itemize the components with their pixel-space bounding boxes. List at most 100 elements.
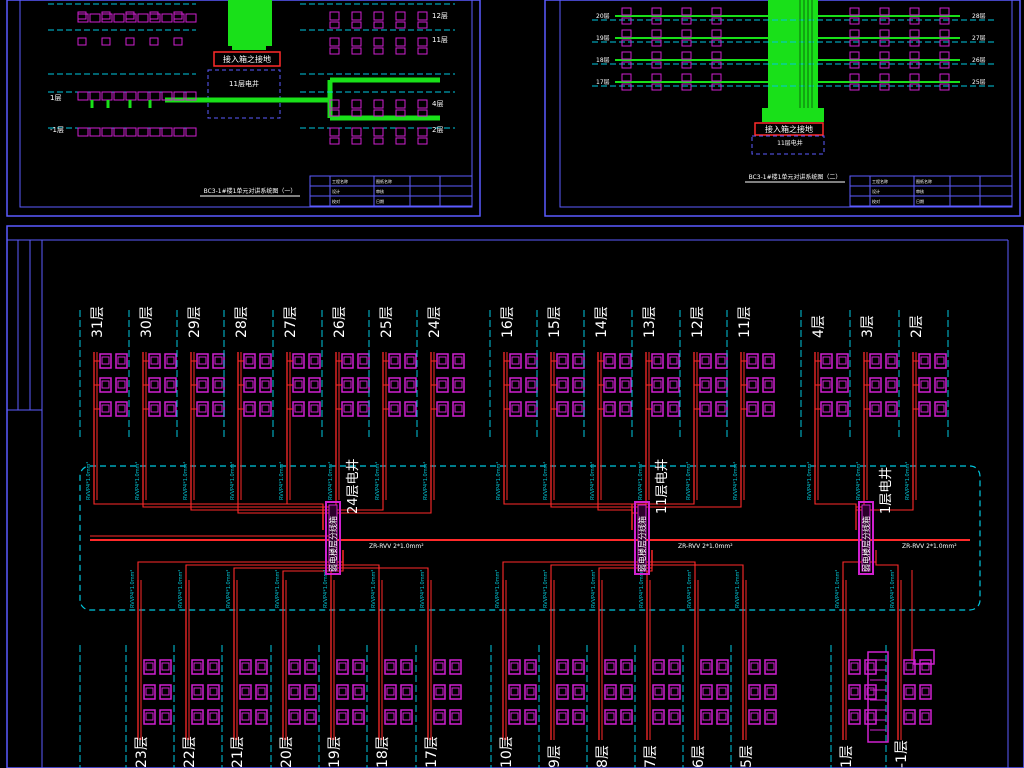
lower-floor-label: -1层 (894, 740, 910, 768)
tr-label-right: 25层 (972, 79, 986, 86)
tr-label-right: 26层 (972, 57, 986, 64)
tl-label-m1: -1层 (50, 126, 64, 134)
titleblock-cell: 审核 (376, 188, 384, 194)
upper-floor-label: 13层 (642, 306, 658, 338)
lower-floor-label: 17层 (424, 736, 440, 768)
upper-cable-tag: RVVP4*1.0mm² (496, 462, 502, 500)
titleblock-cell: 图纸名称 (376, 178, 392, 184)
lower-floor-label: 10层 (499, 736, 515, 768)
titleblock-cell: 工程名称 (872, 178, 888, 184)
tr-label-left: 19层 (596, 35, 610, 42)
lower-cable-tag: RVVP4*1.0mm² (420, 570, 426, 608)
upper-floor-label: 15层 (547, 306, 563, 338)
lower-cable-tag: RVVP4*1.0mm² (591, 570, 597, 608)
lower-floor-label: 6层 (691, 745, 707, 768)
upper-floor-label: 27层 (283, 306, 299, 338)
upper-cable-tag: RVVP4*1.0mm² (279, 462, 285, 500)
lower-cable-tag: RVVP4*1.0mm² (890, 570, 896, 608)
top-right-access-box-label: 接入箱之接地 (765, 124, 813, 134)
lower-cable-tag: RVVP4*1.0mm² (495, 570, 501, 608)
upper-cable-tag: RVVP4*1.0mm² (86, 462, 92, 500)
upper-floor-label: 29层 (187, 306, 203, 338)
upper-cable-tag: RVVP4*1.0mm² (638, 462, 644, 500)
lower-floor-label: 21层 (230, 736, 246, 768)
top-left-green-riser (228, 0, 272, 50)
upper-cable-tag: RVVP4*1.0mm² (543, 462, 549, 500)
upper-floor-label: 31层 (90, 306, 106, 338)
lower-cable-tag: RVVP4*1.0mm² (639, 570, 645, 608)
upper-cable-tag: RVVP4*1.0mm² (807, 462, 813, 500)
lower-cable-tag: RVVP4*1.0mm² (371, 570, 377, 608)
riser-cable-label: ZR-RVV 2*1.0mm² (369, 543, 424, 550)
tl-label-12: 12层 (432, 12, 448, 20)
lower-floor-label: 7层 (643, 745, 659, 768)
top-left-title: BC3-1#楼1单元对讲系统图（一） (204, 187, 297, 195)
upper-floor-label: 2层 (909, 315, 925, 338)
lower-cable-tag: RVVP4*1.0mm² (130, 570, 136, 608)
titleblock-cell: 校对 (872, 198, 880, 204)
titleblock-cell: 工程名称 (332, 178, 348, 184)
lower-floor-label: 20层 (279, 736, 295, 768)
upper-floor-label: 14层 (594, 306, 610, 338)
upper-floor-label: 26层 (332, 306, 348, 338)
riser-box-label: 弱电楼层分线箱 (328, 516, 338, 572)
lower-cable-tag: RVVP4*1.0mm² (735, 570, 741, 608)
upper-cable-tag: RVVP4*1.0mm² (905, 462, 911, 500)
upper-floor-label: 11层 (737, 306, 753, 338)
tr-label-right: 28层 (972, 13, 986, 20)
titleblock-cell: 图纸名称 (916, 178, 932, 184)
riser-box-label: 弱电楼层分线箱 (637, 516, 647, 572)
titleblock-cell: 日期 (916, 198, 924, 204)
tl-label-4: 4层 (432, 100, 443, 108)
lower-floor-label: 5层 (739, 745, 755, 768)
upper-cable-tag: RVVP4*1.0mm² (135, 462, 141, 500)
top-left-switch-label: 11层电井 (229, 79, 259, 88)
lower-floor-label: 18层 (375, 736, 391, 768)
upper-cable-tag: RVVP4*1.0mm² (328, 462, 334, 500)
titleblock-cell: 日期 (376, 198, 384, 204)
top-right-switch-label: 11层电井 (777, 139, 803, 147)
titleblock-cell: 校对 (332, 198, 340, 204)
tl-label-2: 2层 (432, 126, 443, 134)
upper-floor-label: 24层 (427, 306, 443, 338)
riser-cable-label: ZR-RVV 2*1.0mm² (678, 543, 733, 550)
tl-label-1: 1层 (50, 94, 61, 102)
riser-box-label: 弱电楼层分线箱 (861, 516, 871, 572)
upper-floor-label: 4层 (811, 315, 827, 338)
upper-cable-tag: RVVP4*1.0mm² (733, 462, 739, 500)
top-left-access-box-label: 接入箱之接地 (223, 54, 271, 64)
lower-cable-tag: RVVP4*1.0mm² (835, 570, 841, 608)
lower-floor-label: 19层 (327, 736, 343, 768)
lower-floor-label: 8层 (595, 745, 611, 768)
riser-shaft-label: 11层电井 (655, 458, 670, 514)
tr-label-right: 27层 (972, 35, 986, 42)
upper-floor-label: 3层 (860, 315, 876, 338)
lower-floor-label: 1层 (839, 745, 855, 768)
lower-cable-tag: RVVP4*1.0mm² (226, 570, 232, 608)
tr-label-left: 20层 (596, 13, 610, 20)
lower-cable-tag: RVVP4*1.0mm² (687, 570, 693, 608)
riser-shaft-label: 24层电井 (346, 458, 361, 514)
titleblock-cell: 审核 (916, 188, 924, 194)
titleblock-cell: 设计 (332, 188, 340, 194)
lower-floor-label: 22层 (182, 736, 198, 768)
upper-cable-tag: RVVP4*1.0mm² (375, 462, 381, 500)
upper-cable-tag: RVVP4*1.0mm² (686, 462, 692, 500)
tr-label-left: 18层 (596, 57, 610, 64)
upper-floor-label: 28层 (234, 306, 250, 338)
upper-floor-label: 25层 (379, 306, 395, 338)
lower-floor-label: 23层 (134, 736, 150, 768)
riser-cable-label: ZR-RVV 2*1.0mm² (902, 543, 957, 550)
tl-label-11: 11层 (432, 36, 448, 44)
top-right-title: BC3-1#楼1单元对讲系统图（二） (749, 173, 842, 181)
lower-cable-tag: RVVP4*1.0mm² (543, 570, 549, 608)
top-right-green-riser (762, 0, 824, 122)
upper-floor-label: 16层 (500, 306, 516, 338)
titleblock-cell: 设计 (872, 188, 880, 194)
lower-floor-label: 9层 (547, 745, 563, 768)
tr-label-left: 17层 (596, 79, 610, 86)
lower-cable-tag: RVVP4*1.0mm² (275, 570, 281, 608)
upper-cable-tag: RVVP4*1.0mm² (856, 462, 862, 500)
upper-floor-label: 12层 (690, 306, 706, 338)
upper-floor-label: 30层 (139, 306, 155, 338)
